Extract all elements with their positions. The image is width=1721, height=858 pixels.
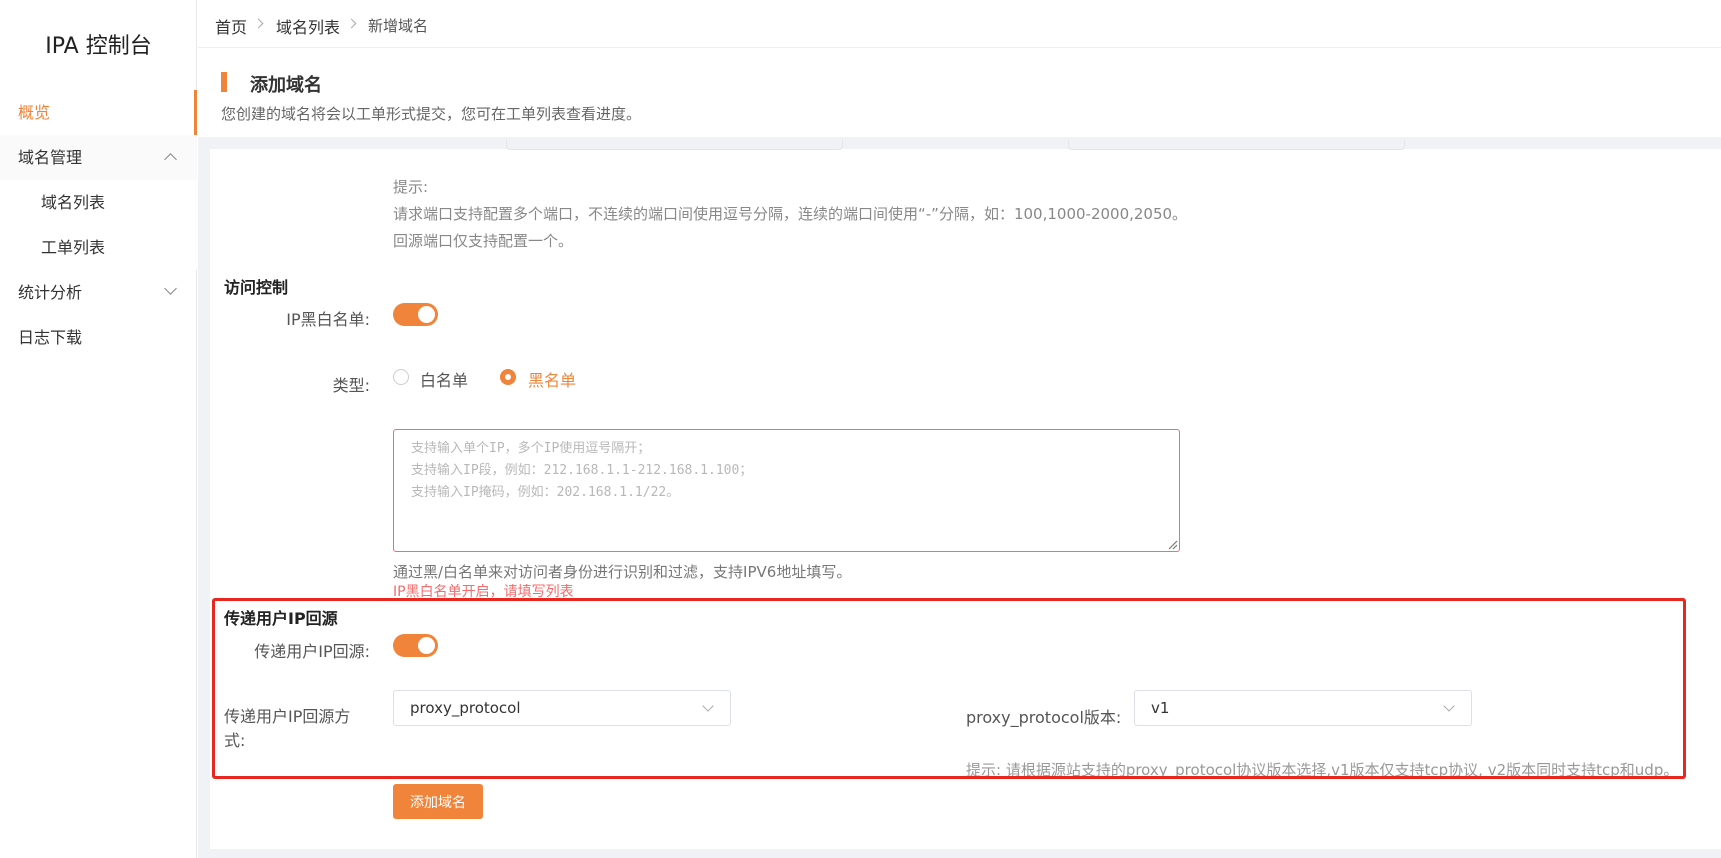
add-domain-button[interactable]: 添加域名 xyxy=(393,784,483,819)
sidebar-item-label: 统计分析 xyxy=(18,283,83,302)
whitelist-label[interactable]: 白名单 xyxy=(420,367,468,391)
port-tip-line1: 请求端口支持配置多个端口，不连续的端口间使用逗号分隔，连续的端口间使用“-”分隔… xyxy=(393,205,1188,223)
chevron-right-icon xyxy=(346,18,357,29)
highlight-box xyxy=(212,598,1686,779)
input-field-edge xyxy=(1068,140,1405,150)
sidebar-item-ticket-list[interactable]: 工单列表 xyxy=(0,225,197,270)
breadcrumb-current: 新增域名 xyxy=(368,17,429,35)
sidebar-item-label: 域名管理 xyxy=(18,148,83,167)
chevron-right-icon xyxy=(253,18,264,29)
sidebar-item-statistics[interactable]: 统计分析 xyxy=(0,270,197,315)
type-label: 类型: xyxy=(332,376,370,395)
breadcrumb-domain-list[interactable]: 域名列表 xyxy=(276,14,340,38)
page-title: 添加域名 xyxy=(250,75,322,96)
whitelist-radio[interactable] xyxy=(393,369,409,385)
breadcrumb-home[interactable]: 首页 xyxy=(215,14,247,38)
sidebar-item-domain-management[interactable]: 域名管理 xyxy=(0,135,197,180)
sidebar-item-domain-list[interactable]: 域名列表 xyxy=(0,180,197,225)
sidebar: IPA 控制台 概览 域名管理 域名列表 工单列表 统计分析 日志下载 xyxy=(0,0,197,858)
sidebar-item-log-download[interactable]: 日志下载 xyxy=(0,315,197,360)
blacklist-label[interactable]: 黑名单 xyxy=(528,367,576,391)
page-header: 添加域名 您创建的域名将会以工单形式提交，您可在工单列表查看进度。 xyxy=(198,49,1721,137)
input-field-edge xyxy=(506,140,843,150)
ip-list-error: IP黑白名单开启，请填写列表 xyxy=(393,584,574,598)
chevron-up-icon xyxy=(164,153,177,166)
port-tip-title: 提示: xyxy=(393,178,429,196)
title-accent-bar xyxy=(221,72,227,92)
page-subtitle: 您创建的域名将会以工单形式提交，您可在工单列表查看进度。 xyxy=(221,105,642,123)
app-logo: IPA 控制台 xyxy=(45,34,152,59)
port-tip-line2: 回源端口仅支持配置一个。 xyxy=(393,232,574,250)
ip-list-help: 通过黑/白名单来对访问者身份进行识别和过滤，支持IPV6地址填写。 xyxy=(393,563,852,581)
ip-list-label: IP黑白名单: xyxy=(286,310,370,329)
ip-list-textarea[interactable] xyxy=(393,429,1180,552)
access-control-title: 访问控制 xyxy=(224,278,289,297)
breadcrumb: 首页 域名列表 新增域名 xyxy=(198,0,1721,48)
switch-knob xyxy=(418,306,435,323)
blacklist-radio[interactable] xyxy=(500,369,516,385)
chevron-down-icon xyxy=(164,282,177,295)
resize-grip-icon[interactable] xyxy=(1168,540,1178,550)
sidebar-item-overview[interactable]: 概览 xyxy=(0,90,197,135)
ip-list-switch[interactable] xyxy=(393,303,438,326)
